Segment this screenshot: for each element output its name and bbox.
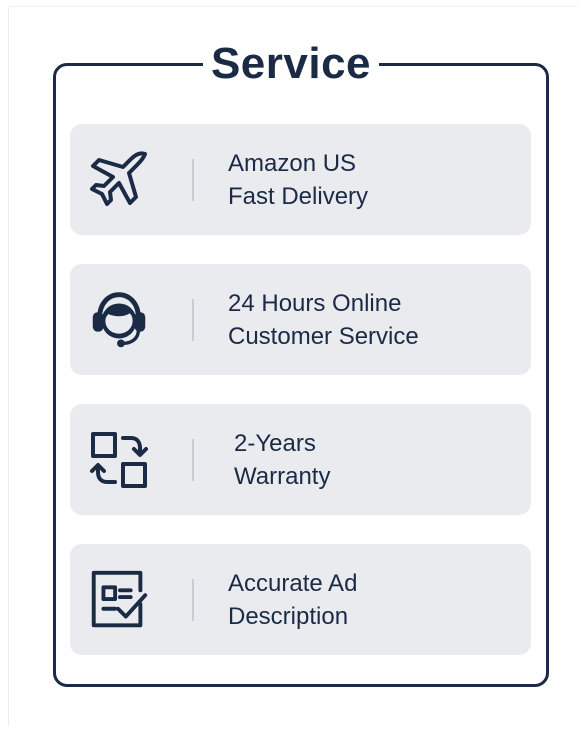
service-line2: Description (228, 603, 349, 630)
service-card-support: 24 Hours Online Customer Service (70, 264, 531, 375)
airplane-icon (84, 146, 154, 214)
service-line2: Customer Service (228, 323, 419, 350)
headset-icon (84, 286, 154, 354)
checklist-icon (84, 566, 154, 634)
service-text: 24 Hours Online Customer Service (228, 286, 419, 354)
service-card-warranty: 2-Years Warranty (70, 404, 531, 515)
divider (192, 159, 194, 201)
divider (192, 299, 194, 341)
service-line1: 24 Hours Online (228, 290, 402, 317)
divider (192, 439, 194, 481)
service-line1: Amazon US (228, 150, 357, 177)
service-line1: Accurate Ad (228, 570, 358, 597)
title-container: Service (0, 34, 582, 94)
service-text: Accurate Ad Description (228, 566, 357, 634)
exchange-icon (84, 426, 154, 494)
service-card-delivery: Amazon US Fast Delivery (70, 124, 531, 235)
page-title: Service (202, 36, 380, 92)
service-line2: Fast Delivery (228, 183, 369, 210)
service-line1: 2-Years (234, 430, 316, 457)
service-line2: Warranty (234, 463, 331, 490)
service-card-description: Accurate Ad Description (70, 544, 531, 655)
service-text: Amazon US Fast Delivery (228, 146, 368, 214)
service-text: 2-Years Warranty (234, 426, 330, 494)
divider (192, 579, 194, 621)
